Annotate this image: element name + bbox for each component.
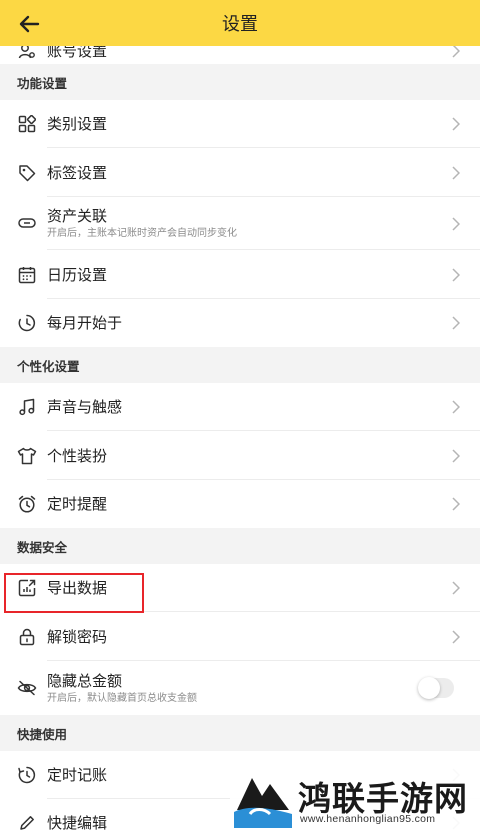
row-label: 隐藏总金额 [47, 672, 123, 690]
music-note-icon [17, 397, 37, 417]
eye-off-icon [17, 678, 37, 698]
chevron-right-icon [452, 496, 462, 512]
hide-total-toggle[interactable] [418, 677, 454, 699]
row-description: 开启后，主账本记账时资产会自动同步变化 [47, 228, 237, 239]
row-label: 解锁密码 [47, 627, 108, 646]
row-label: 定时提醒 [47, 495, 108, 513]
watermark-site: www.henanhonglian95.com [300, 813, 436, 825]
row-label: 资产关联 [47, 207, 108, 225]
timer-refresh-icon [17, 765, 37, 785]
chevron-right-icon [452, 216, 462, 232]
row-reminder[interactable]: 定时提醒 [0, 480, 480, 528]
page-title: 设置 [222, 14, 258, 35]
arrow-left-icon [19, 15, 40, 33]
section-header-personal: 个性化设置 [0, 347, 480, 383]
link-icon [17, 213, 37, 233]
row-category-settings[interactable]: 类别设置 [0, 100, 480, 148]
row-hide-total[interactable]: 隐藏总金额 开启后，默认隐藏首页总收支金额 [0, 661, 480, 715]
row-theme[interactable]: 个性装扮 [0, 431, 480, 480]
toggle-knob [418, 677, 440, 699]
calendar-icon [17, 265, 37, 285]
chevron-right-icon [452, 116, 462, 132]
row-description: 开启后，默认隐藏首页总收支金额 [47, 693, 197, 704]
row-label: 个性装扮 [47, 446, 108, 465]
row-sound-haptics[interactable]: 声音与触感 [0, 383, 480, 431]
grid-icon [17, 114, 37, 134]
row-unlock-password[interactable]: 解锁密码 [0, 612, 480, 661]
settings-list[interactable]: 账号设置 功能设置 类别设置 标签设置 资产关联 开启后，主账本记账时资产会自动… [0, 46, 480, 831]
row-label: 账号设置 [47, 46, 108, 60]
edit-icon [17, 813, 37, 831]
section-header-function: 功能设置 [0, 64, 480, 100]
row-calendar-settings[interactable]: 日历设置 [0, 250, 480, 299]
chevron-right-icon [452, 267, 462, 283]
watermark: 鸿联手游网 www.henanhonglian95.com [230, 768, 480, 831]
row-label: 标签设置 [47, 163, 108, 182]
tag-icon [17, 163, 37, 183]
row-label: 每月开始于 [47, 314, 123, 332]
row-label: 日历设置 [47, 265, 108, 284]
app-header: 设置 [0, 0, 480, 46]
back-button[interactable] [16, 11, 42, 37]
tshirt-icon [17, 446, 37, 466]
chevron-right-icon [452, 580, 462, 596]
section-header-shortcuts: 快捷使用 [0, 715, 480, 751]
row-label: 声音与触感 [47, 398, 123, 416]
lock-icon [17, 627, 37, 647]
row-export-data[interactable]: 导出数据 [0, 564, 480, 612]
chevron-right-icon [452, 448, 462, 464]
chevron-right-icon [452, 165, 462, 181]
row-label: 导出数据 [47, 579, 108, 597]
row-month-start[interactable]: 每月开始于 [0, 299, 480, 347]
chevron-right-icon [452, 399, 462, 415]
row-label: 类别设置 [47, 115, 108, 133]
export-chart-icon [17, 578, 37, 598]
row-asset-link[interactable]: 资产关联 开启后，主账本记账时资产会自动同步变化 [0, 197, 480, 250]
clock-icon [17, 313, 37, 333]
chevron-right-icon [452, 46, 462, 59]
row-tag-settings[interactable]: 标签设置 [0, 148, 480, 197]
alarm-clock-icon [17, 494, 37, 514]
section-header-data-security: 数据安全 [0, 528, 480, 564]
chevron-right-icon [452, 629, 462, 645]
row-account-settings[interactable]: 账号设置 [0, 46, 480, 64]
chevron-right-icon [452, 315, 462, 331]
account-icon [17, 46, 37, 61]
watermark-logo-icon [234, 778, 292, 828]
